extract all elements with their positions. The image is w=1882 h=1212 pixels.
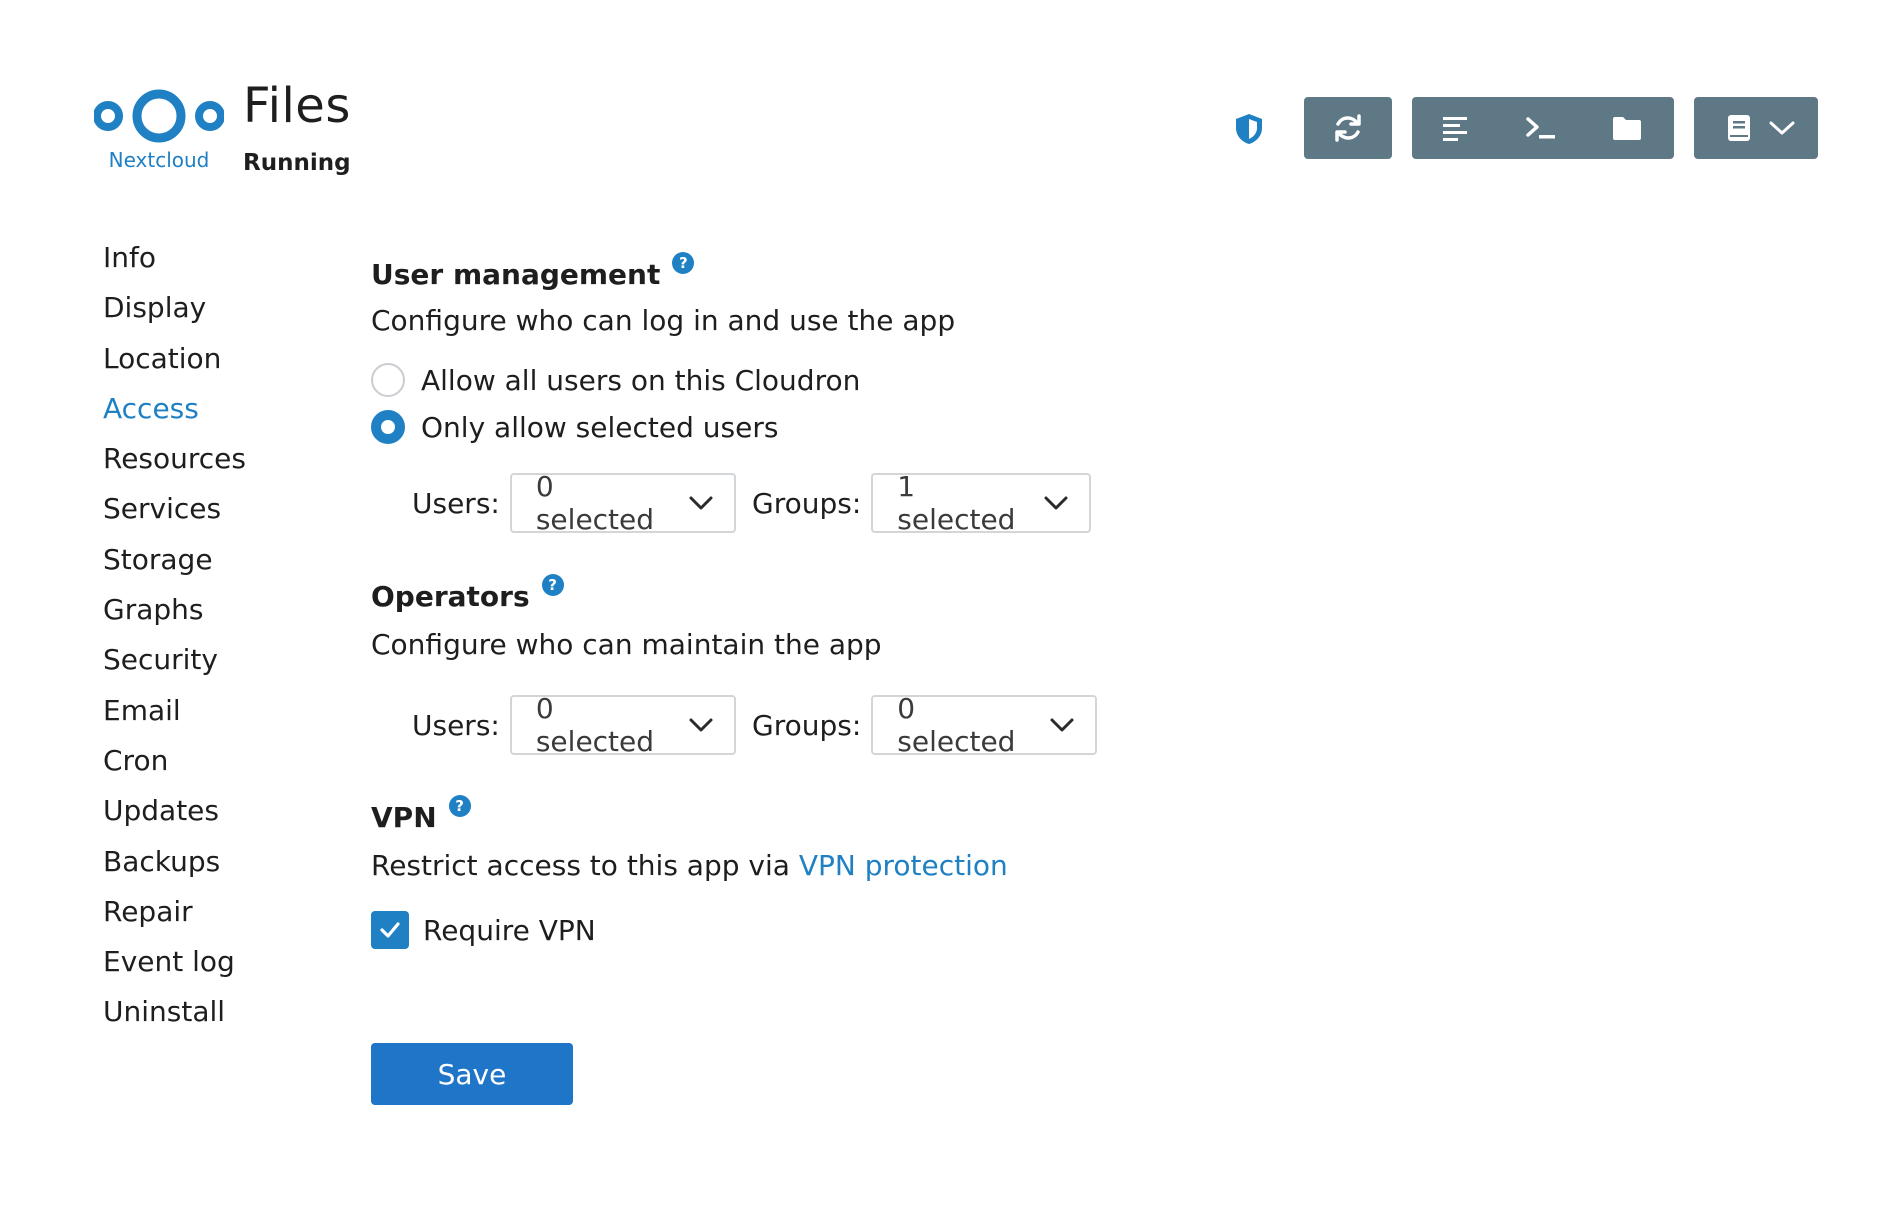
sidebar-item-resources[interactable]: Resources [103, 439, 323, 489]
only-selected-users-radio[interactable] [371, 410, 405, 444]
access-groups-value: 1 selected [897, 470, 1016, 536]
help-icon[interactable]: ? [541, 574, 564, 596]
operators-groups-label: Groups: [752, 708, 862, 742]
sidebar-item-updates[interactable]: Updates [103, 791, 323, 841]
sidebar-item-display[interactable]: Display [103, 288, 323, 338]
sidebar-item-security[interactable]: Security [103, 640, 323, 690]
access-groups-select[interactable]: 1 selected [871, 470, 1092, 536]
chevron-down-icon [1769, 121, 1795, 135]
sidebar-item-repair[interactable]: Repair [103, 892, 323, 942]
check-icon [380, 922, 400, 938]
docs-menu-button[interactable] [1694, 97, 1818, 159]
vpn-description-text: Restrict access to this app via [371, 849, 799, 882]
app-access-page: Nextcloud Files Running Info Display Loc… [0, 0, 1882, 1212]
toolbar-button-group [1412, 97, 1674, 159]
sidebar-item-location[interactable]: Location [103, 339, 323, 389]
user-management-title: User management? [371, 252, 695, 291]
operators-title: Operators? [371, 574, 564, 613]
access-users-row: Users: 0 selected [412, 470, 736, 536]
allow-all-users-label: Allow all users on this Cloudron [421, 363, 861, 397]
refresh-icon [1335, 114, 1361, 142]
user-management-description: Configure who can log in and use the app [371, 304, 956, 337]
terminal-button[interactable] [1498, 97, 1584, 159]
vpn-protection-link[interactable]: VPN protection [799, 849, 1008, 882]
require-vpn-label: Require VPN [423, 913, 596, 947]
shield-icon[interactable] [1234, 113, 1264, 145]
access-groups-label: Groups: [752, 486, 862, 520]
files-button[interactable] [1584, 97, 1670, 159]
nextcloud-logo: Nextcloud [94, 86, 224, 176]
sidebar-item-graphs[interactable]: Graphs [103, 590, 323, 640]
app-title: Files [243, 78, 351, 134]
sidebar-item-event-log[interactable]: Event log [103, 942, 323, 992]
allow-all-users-option[interactable]: Allow all users on this Cloudron [371, 363, 860, 397]
vpn-title-text: VPN [371, 801, 437, 834]
chevron-down-icon [1049, 717, 1075, 733]
operators-groups-value: 0 selected [897, 692, 1016, 758]
vpn-description: Restrict access to this app via VPN prot… [371, 849, 1008, 882]
operators-groups-select[interactable]: 0 selected [871, 692, 1098, 758]
logs-button[interactable] [1412, 97, 1498, 159]
operators-groups-row: Groups: 0 selected [752, 692, 1098, 758]
only-selected-users-label: Only allow selected users [421, 410, 779, 444]
operators-users-select[interactable]: 0 selected [509, 692, 736, 758]
save-button[interactable]: Save [371, 1043, 573, 1105]
folder-icon [1613, 117, 1641, 140]
operators-title-text: Operators [371, 580, 530, 613]
chevron-down-icon [688, 495, 714, 511]
operators-description: Configure who can maintain the app [371, 628, 882, 661]
terminal-icon [1526, 117, 1555, 139]
access-groups-row: Groups: 1 selected [752, 470, 1092, 536]
sidebar-item-email[interactable]: Email [103, 691, 323, 741]
chevron-down-icon [1043, 495, 1069, 511]
sidebar-item-info[interactable]: Info [103, 238, 323, 288]
sidebar-item-cron[interactable]: Cron [103, 741, 323, 791]
allow-all-users-radio[interactable] [371, 363, 405, 397]
restart-button[interactable] [1304, 97, 1392, 159]
sidebar-item-storage[interactable]: Storage [103, 540, 323, 590]
book-icon [1728, 115, 1750, 141]
access-users-label: Users: [412, 486, 500, 520]
logo-text: Nextcloud [108, 148, 210, 172]
access-users-value: 0 selected [535, 470, 655, 536]
sidebar-item-access[interactable]: Access [103, 389, 323, 439]
require-vpn-option[interactable]: Require VPN [371, 911, 596, 949]
sidebar-item-backups[interactable]: Backups [103, 842, 323, 892]
nextcloud-logo-icon [94, 89, 224, 143]
sidebar-nav: Info Display Location Access Resources S… [103, 238, 323, 1043]
operators-users-label: Users: [412, 708, 500, 742]
operators-users-row: Users: 0 selected [412, 692, 736, 758]
vpn-title: VPN? [371, 795, 471, 834]
logs-icon [1443, 117, 1467, 141]
access-users-select[interactable]: 0 selected [509, 470, 736, 536]
chevron-down-icon [688, 717, 714, 733]
help-icon[interactable]: ? [672, 252, 695, 274]
only-selected-users-option[interactable]: Only allow selected users [371, 410, 778, 444]
app-status: Running [243, 150, 351, 176]
operators-users-value: 0 selected [535, 692, 655, 758]
help-icon[interactable]: ? [448, 795, 471, 817]
user-management-title-text: User management [371, 258, 661, 291]
sidebar-item-uninstall[interactable]: Uninstall [103, 992, 323, 1042]
sidebar-item-services[interactable]: Services [103, 489, 323, 539]
require-vpn-checkbox[interactable] [371, 911, 409, 949]
